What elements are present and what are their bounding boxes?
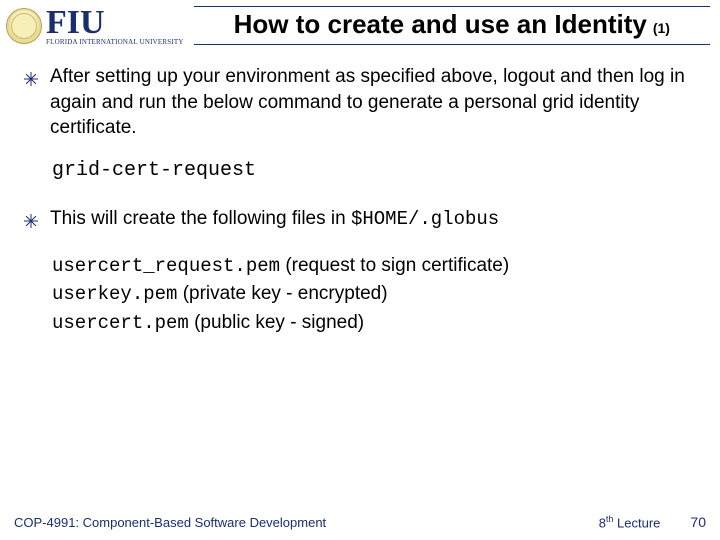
bullet-item: This will create the following files in … [24,206,696,236]
file-name: usercert_request.pem [52,255,280,277]
slide-footer: COP-4991: Component-Based Software Devel… [0,514,720,530]
file-list: usercert_request.pem (request to sign ce… [52,252,696,338]
logo-subtext: FLORIDA INTERNATIONAL UNIVERSITY [46,39,184,46]
lecture-number: 8 [599,515,606,530]
file-name: usercert.pem [52,312,189,334]
title-bar: How to create and use an Identity (1) [194,6,710,45]
slide: FIU FLORIDA INTERNATIONAL UNIVERSITY How… [0,0,720,540]
lecture-label: 8th Lecture [599,514,661,530]
logo: FIU FLORIDA INTERNATIONAL UNIVERSITY [6,6,184,46]
bullet-text: This will create the following files in … [50,206,696,236]
logo-text: FIU [46,6,184,40]
lecture-word: Lecture [613,515,660,530]
bullet-text: After setting up your environment as spe… [50,64,696,141]
list-item: usercert_request.pem (request to sign ce… [52,252,696,281]
starburst-icon [24,210,38,236]
bullet-text-pre: This will create the following files in [50,208,351,229]
file-name: userkey.pem [52,283,177,305]
slide-title-sub: (1) [653,20,670,36]
slide-header: FIU FLORIDA INTERNATIONAL UNIVERSITY How… [0,0,720,46]
command-code: grid-cert-request [52,157,696,184]
list-item: usercert.pem (public key - signed) [52,309,696,338]
file-desc: (private key - encrypted) [177,283,387,304]
university-seal-icon [6,8,42,44]
bullet-item: After setting up your environment as spe… [24,64,696,141]
course-label: COP-4991: Component-Based Software Devel… [14,515,599,530]
file-desc: (request to sign certificate) [280,255,509,276]
page-number: 70 [690,514,706,530]
file-desc: (public key - signed) [189,312,364,333]
slide-body: After setting up your environment as spe… [0,46,720,337]
inline-code: $HOME/.globus [351,208,499,230]
starburst-icon [24,68,38,141]
slide-title: How to create and use an Identity [234,9,647,40]
list-item: userkey.pem (private key - encrypted) [52,280,696,309]
logo-text-block: FIU FLORIDA INTERNATIONAL UNIVERSITY [46,6,184,46]
